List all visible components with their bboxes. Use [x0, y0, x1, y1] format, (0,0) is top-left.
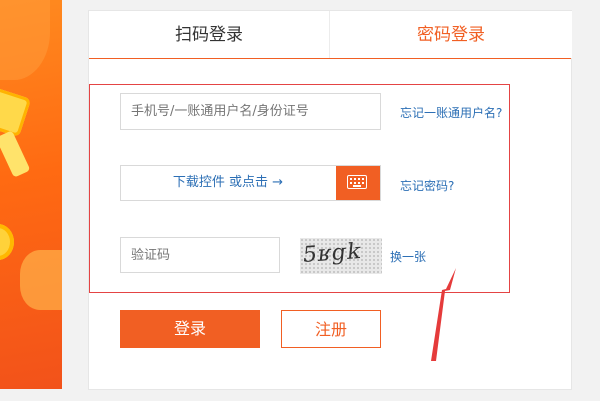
refresh-captcha-link[interactable]: 换一张 [390, 248, 426, 265]
coin-icon [0, 224, 14, 260]
login-button[interactable]: 登录 [120, 310, 260, 348]
banner-decoration [0, 0, 50, 80]
password-field[interactable]: 下载控件 或点击 → [120, 165, 381, 201]
tab-qr-login[interactable]: 扫码登录 [89, 11, 329, 58]
forgot-password-link[interactable]: 忘记密码? [400, 177, 454, 194]
banner-decoration [20, 250, 62, 310]
account-input[interactable] [120, 93, 381, 130]
promo-banner [0, 0, 62, 389]
tab-password-login[interactable]: 密码登录 [329, 11, 572, 58]
login-panel: 扫码登录 密码登录 下载控件 或点击 → 忘记一账通用户名? 忘记密码? 5ʁg… [88, 10, 572, 390]
captcha-input[interactable] [120, 237, 280, 273]
register-button[interactable]: 注册 [281, 310, 381, 348]
captcha-code: 5ʁgk [301, 239, 363, 268]
captcha-image[interactable]: 5ʁgk [300, 238, 382, 274]
banner-decoration [0, 86, 32, 138]
login-tabs: 扫码登录 密码登录 [89, 11, 572, 59]
forgot-account-link[interactable]: 忘记一账通用户名? [400, 104, 502, 121]
keyboard-icon [347, 175, 367, 189]
download-control-link[interactable]: 下载控件 或点击 → [121, 166, 335, 200]
keyboard-button[interactable] [336, 166, 380, 200]
banner-decoration [0, 130, 31, 178]
active-tab-underline [89, 58, 571, 59]
